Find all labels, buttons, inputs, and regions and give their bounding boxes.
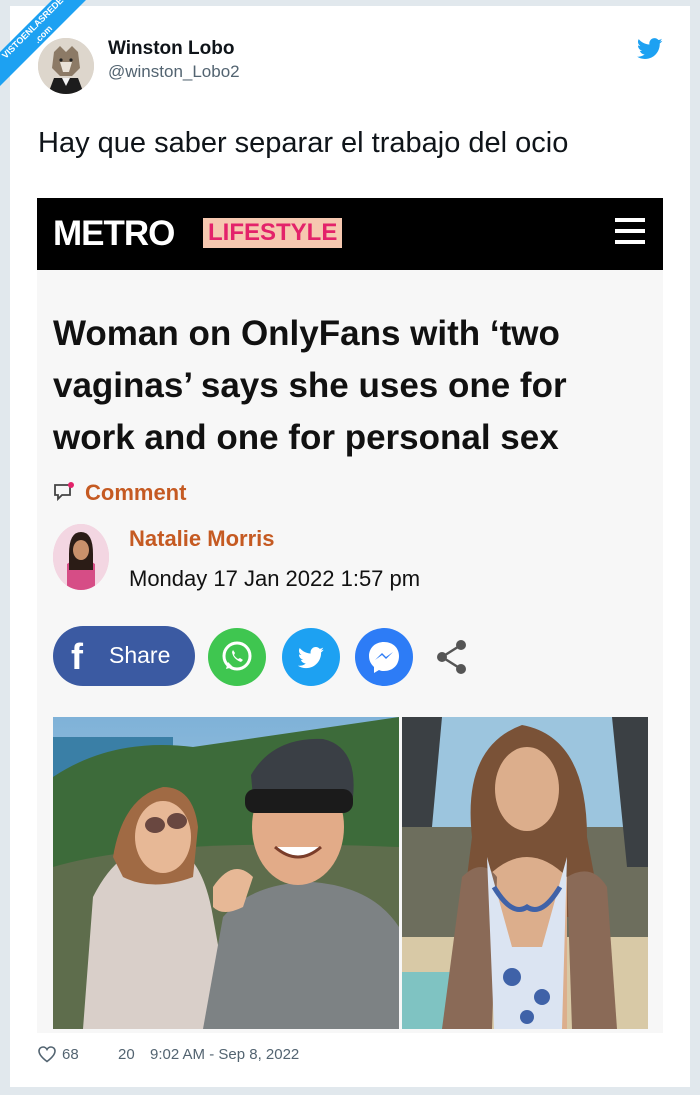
tweet-timestamp[interactable]: 9:02 AM - Sep 8, 2022 (150, 1046, 299, 1063)
metro-logo: METRO (53, 214, 175, 253)
like-count: 68 (62, 1046, 79, 1063)
author-handle[interactable]: @winston_Lobo2 (108, 62, 240, 82)
article-date: Monday 17 Jan 2022 1:57 pm (129, 566, 421, 591)
author-name[interactable]: Winston Lobo (108, 38, 234, 60)
retweet-count: 20 (118, 1046, 135, 1063)
facebook-icon: f (71, 636, 83, 677)
article-headline: Woman on OnlyFans with ‘two vaginas’ say… (53, 314, 567, 457)
share-label: Share (109, 642, 171, 668)
facebook-share-button: f Share (53, 626, 195, 686)
twitter-icon (282, 628, 340, 686)
journalist-name: Natalie Morris (129, 526, 275, 551)
comment-label: Comment (85, 480, 187, 505)
tweet-media-screenshot[interactable]: METRO LIFESTYLE Woman on OnlyFans with ‘… (37, 198, 663, 1033)
avatar[interactable] (38, 38, 94, 94)
menu-icon (615, 218, 645, 248)
metro-header-bar: METRO LIFESTYLE (37, 198, 663, 270)
heart-icon[interactable] (38, 1046, 56, 1063)
tweet-text: Hay que saber separar el trabajo del oci… (38, 127, 569, 159)
whatsapp-icon (208, 628, 266, 686)
woman-swimsuit-photo (402, 717, 648, 1029)
messenger-icon (355, 628, 413, 686)
twitter-bird-icon[interactable] (636, 38, 663, 60)
section-label: LIFESTYLE (203, 218, 343, 248)
journalist-avatar (53, 524, 109, 590)
couple-photo (53, 717, 399, 1029)
share-icon (437, 640, 466, 674)
comment-icon (54, 482, 74, 502)
